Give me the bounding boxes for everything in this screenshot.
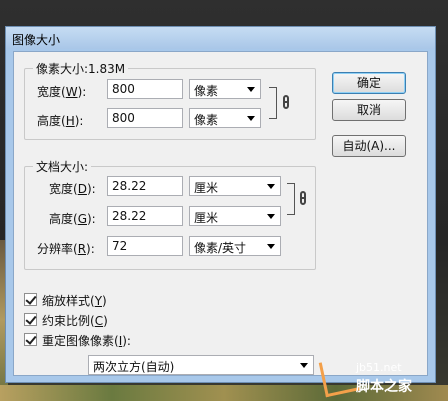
doc-width-unit-select[interactable]: 厘米 <box>189 176 281 196</box>
resample-method-select[interactable]: 两次立方(自动) <box>88 355 314 375</box>
resolution-input[interactable]: 72 <box>107 236 183 256</box>
pixel-dimensions-group: 像素大小:1.83M 宽度(W): 800 像素 高度(H): 800 像素 <box>24 60 316 140</box>
doc-height-label: 高度(G): <box>49 212 96 226</box>
doc-width-label: 宽度(D): <box>49 182 96 196</box>
resample-label: 重定图像像素(I): <box>42 334 131 348</box>
cancel-button[interactable]: 取消 <box>332 99 406 121</box>
dropdown-arrow-icon <box>267 244 275 249</box>
pixel-width-label: 宽度(W): <box>37 85 87 99</box>
document-size-title: 文档大小: <box>33 158 92 175</box>
pixel-dimensions-title: 像素大小:1.83M <box>33 60 129 77</box>
dropdown-arrow-icon <box>247 87 255 92</box>
chain-link-icon <box>283 95 289 109</box>
dropdown-arrow-icon <box>247 116 255 121</box>
watermark-arrow-icon <box>318 355 361 398</box>
document-size-group: 文档大小: 宽度(D): 28.22 厘米 高度(G): 28.22 厘米 分辨… <box>24 158 316 270</box>
pixel-width-input[interactable]: 800 <box>107 79 183 99</box>
doc-height-input[interactable]: 28.22 <box>107 206 183 226</box>
pixel-width-unit-select[interactable]: 像素 <box>189 79 261 99</box>
dropdown-arrow-icon <box>300 363 308 368</box>
pixel-height-label: 高度(H): <box>37 114 84 128</box>
ok-button[interactable]: 确定 <box>332 72 406 94</box>
resolution-label: 分辨率(R): <box>37 242 95 256</box>
doc-width-unit-value: 厘米 <box>194 181 219 195</box>
doc-width-input[interactable]: 28.22 <box>107 176 183 196</box>
pixel-height-unit-select[interactable]: 像素 <box>189 108 261 128</box>
dialog-body: 像素大小:1.83M 宽度(W): 800 像素 高度(H): 800 像素 文… <box>13 51 428 376</box>
doc-height-unit-select[interactable]: 厘米 <box>189 206 281 226</box>
resample-checkbox[interactable] <box>24 333 37 346</box>
pixel-height-unit-value: 像素 <box>194 113 219 127</box>
scale-styles-label: 缩放样式(Y) <box>42 294 107 308</box>
watermark-brand: 脚本之家 <box>356 379 412 395</box>
pixel-width-unit-value: 像素 <box>194 84 219 98</box>
dropdown-arrow-icon <box>267 184 275 189</box>
window-title: 图像大小 <box>12 33 61 47</box>
doc-link-bracket <box>287 183 295 215</box>
doc-height-unit-value: 厘米 <box>194 211 219 225</box>
scale-styles-checkbox[interactable] <box>24 293 37 306</box>
constrain-proportions-checkbox[interactable] <box>24 313 37 326</box>
resolution-unit-value: 像素/英寸 <box>194 241 247 255</box>
title-bar[interactable]: 图像大小 <box>6 27 435 49</box>
auto-button[interactable]: 自动(A)... <box>332 135 406 157</box>
pixel-link-bracket <box>269 87 277 119</box>
watermark-url: jb51.net <box>356 361 402 374</box>
chain-link-icon <box>300 191 306 205</box>
resample-method-value: 两次立方(自动) <box>93 360 175 374</box>
constrain-proportions-label: 约束比例(C) <box>42 314 108 328</box>
image-size-dialog: 图像大小 像素大小:1.83M 宽度(W): 800 像素 高度(H): 800… <box>5 26 436 383</box>
pixel-height-input[interactable]: 800 <box>107 108 183 128</box>
resolution-unit-select[interactable]: 像素/英寸 <box>189 236 281 256</box>
dropdown-arrow-icon <box>267 214 275 219</box>
